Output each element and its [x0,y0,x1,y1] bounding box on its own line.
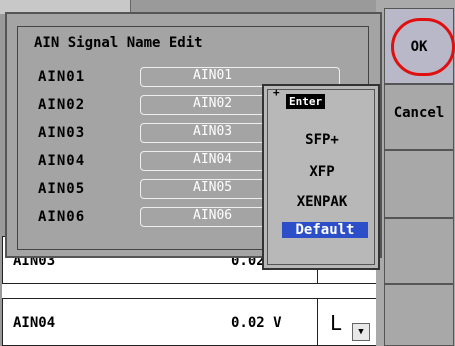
channel-name: AIN04 [13,315,56,331]
signal-label: AIN03 [38,125,86,141]
signal-name-value: AIN04 [193,152,233,167]
signal-name-value: AIN05 [193,180,233,195]
signal-name-value: AIN01 [193,68,233,83]
softkey-5[interactable] [384,284,454,346]
softkey-4[interactable] [384,218,454,284]
dialog-title: AIN Signal Name Edit [34,35,203,51]
cancel-button[interactable]: Cancel [384,84,454,150]
menu-item-xfp[interactable]: XFP [268,164,376,180]
cancel-label: Cancel [393,105,445,121]
menu-item-sfp-plus[interactable]: SFP+ [268,132,376,148]
signal-label: AIN02 [38,97,86,113]
softkey-3[interactable] [384,150,454,218]
signal-label: AIN06 [38,209,86,225]
signal-name-value: AIN02 [193,96,233,111]
menu-item-default[interactable]: Default [282,222,368,238]
range-label: L [330,311,343,335]
table-row[interactable]: AIN04 0.02 V L [2,298,378,346]
signal-name-value: AIN03 [193,124,233,139]
popup-frame: + Enter SFP+ XFP XENPAK Default [267,86,376,265]
channel-value: 0.02 V [231,315,282,331]
scroll-down-icon[interactable]: ▼ [352,323,370,341]
highlight-circle [391,18,455,76]
enter-badge: Enter [286,94,326,109]
plus-marker: + [273,86,280,99]
screen: AIN03 0.02 V L AIN04 0.02 V L ▼ OK Cance… [0,0,455,346]
signal-label: AIN05 [38,181,86,197]
menu-item-xenpak[interactable]: XENPAK [268,194,376,210]
signal-label: AIN01 [38,69,86,85]
signal-label: AIN04 [38,153,86,169]
signal-name-value: AIN06 [193,208,233,223]
preset-popup-menu: + Enter SFP+ XFP XENPAK Default [262,84,380,270]
